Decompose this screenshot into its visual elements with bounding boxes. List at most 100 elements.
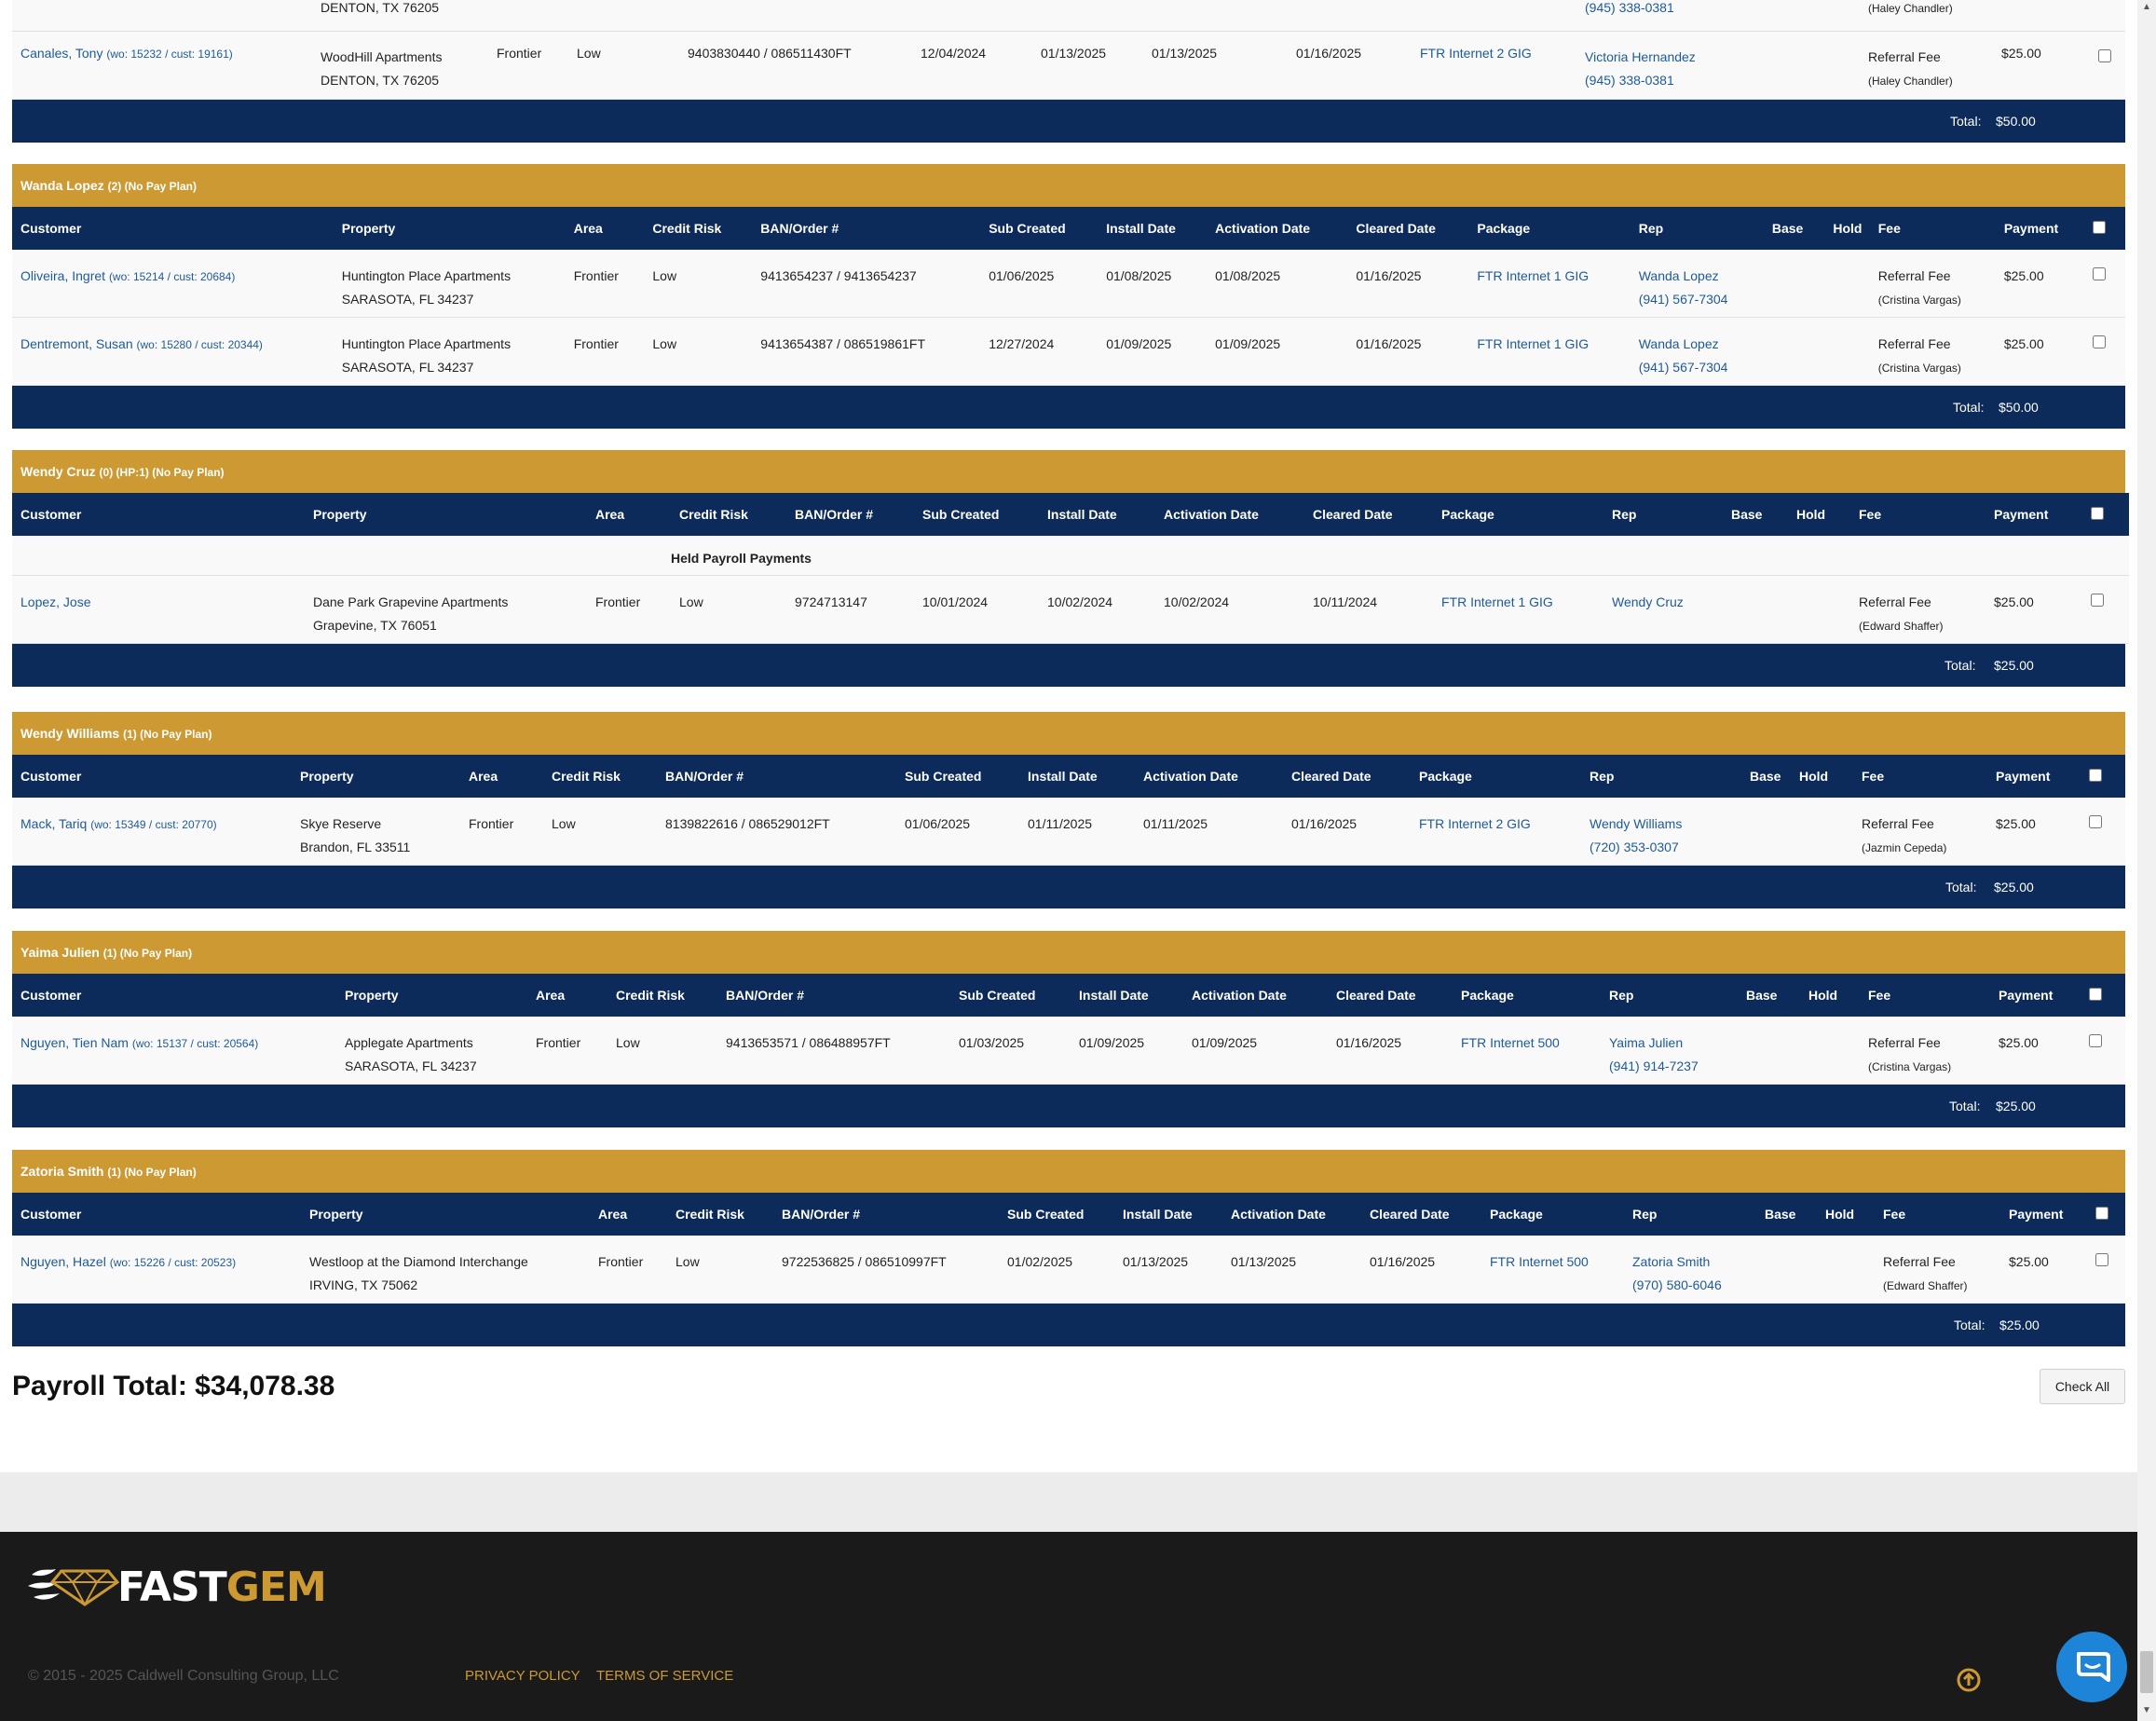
col-sub-created[interactable]: Sub Created [914, 493, 1039, 536]
privacy-policy-link[interactable]: PRIVACY POLICY [465, 1668, 580, 1684]
col-activation-date[interactable]: Activation Date [1155, 493, 1304, 536]
col-payment[interactable]: Payment [1987, 755, 2081, 798]
col-select-all[interactable] [2081, 974, 2125, 1017]
col-hold[interactable]: Hold [1791, 755, 1853, 798]
customer-link[interactable]: Oliveira, Ingret [20, 268, 105, 283]
scroll-up-arrow-icon[interactable]: ▲ [2142, 2, 2151, 12]
col-sub-created[interactable]: Sub Created [896, 755, 1019, 798]
col-rep[interactable]: Rep [1581, 755, 1741, 798]
package-link[interactable]: FTR Internet 2 GIG [1420, 46, 1532, 61]
select-all-checkbox[interactable] [2089, 768, 2102, 782]
col-area[interactable]: Area [587, 493, 671, 536]
col-hold[interactable]: Hold [1788, 493, 1850, 536]
rep-link[interactable]: Wanda Lopez [1639, 268, 1719, 283]
col-activation-date[interactable]: Activation Date [1183, 974, 1328, 1017]
col-hold[interactable]: Hold [1800, 974, 1860, 1017]
rep-phone[interactable]: (970) 580-6046 [1632, 1277, 1722, 1292]
scrollbar-thumb[interactable] [2140, 1651, 2153, 1693]
col-customer[interactable]: Customer [12, 207, 334, 250]
col-ban[interactable]: BAN/Order # [786, 493, 914, 536]
col-rep[interactable]: Rep [1624, 1193, 1756, 1236]
row-checkbox[interactable] [2089, 1034, 2102, 1047]
package-link[interactable]: FTR Internet 2 GIG [1419, 816, 1531, 831]
col-select-all[interactable] [2087, 1193, 2125, 1236]
col-package[interactable]: Package [1453, 974, 1601, 1017]
col-customer[interactable]: Customer [12, 974, 336, 1017]
rep-link[interactable]: Yaima Julien [1609, 1035, 1683, 1050]
package-link[interactable]: FTR Internet 1 GIG [1441, 594, 1553, 609]
rep-phone[interactable]: (941) 567-7304 [1639, 292, 1728, 307]
col-rep[interactable]: Rep [1630, 207, 1764, 250]
col-fee[interactable]: Fee [1860, 974, 1990, 1017]
col-fee[interactable]: Fee [1869, 207, 1996, 250]
scroll-down-arrow-icon[interactable]: ▼ [2142, 1705, 2151, 1715]
row-checkbox[interactable] [2091, 594, 2104, 607]
col-ban[interactable]: BAN/Order # [717, 974, 950, 1017]
col-payment[interactable]: Payment [1990, 974, 2081, 1017]
rep-phone[interactable]: (720) 353-0307 [1590, 840, 1679, 854]
col-hold[interactable]: Hold [1817, 1193, 1875, 1236]
col-install-date[interactable]: Install Date [1039, 493, 1155, 536]
select-all-checkbox[interactable] [2095, 1206, 2108, 1220]
col-base[interactable]: Base [1756, 1193, 1817, 1236]
col-area[interactable]: Area [590, 1193, 667, 1236]
col-cleared-date[interactable]: Cleared Date [1347, 207, 1469, 250]
row-checkbox[interactable] [2098, 49, 2111, 62]
scrollbar[interactable] [2137, 0, 2156, 1721]
col-fee[interactable]: Fee [1875, 1193, 2000, 1236]
col-select-all[interactable] [2081, 755, 2125, 798]
row-checkbox[interactable] [2095, 1253, 2108, 1266]
rep-link[interactable]: Zatoria Smith [1632, 1254, 1710, 1269]
col-cleared-date[interactable]: Cleared Date [1283, 755, 1411, 798]
package-link[interactable]: FTR Internet 500 [1490, 1254, 1589, 1269]
select-all-checkbox[interactable] [2091, 506, 2104, 520]
col-sub-created[interactable]: Sub Created [999, 1193, 1114, 1236]
col-property[interactable]: Property [333, 207, 566, 250]
package-link[interactable]: FTR Internet 500 [1461, 1035, 1560, 1050]
rep-phone[interactable]: (945) 338-0381 [1585, 0, 1674, 15]
col-base[interactable]: Base [1738, 974, 1800, 1017]
rep-link[interactable]: Wendy Cruz [1612, 594, 1684, 609]
col-package[interactable]: Package [1481, 1193, 1624, 1236]
col-install-date[interactable]: Install Date [1019, 755, 1135, 798]
col-customer[interactable]: Customer [12, 1193, 301, 1236]
rep-link[interactable]: Wanda Lopez [1639, 336, 1719, 351]
col-base[interactable]: Base [1723, 493, 1788, 536]
col-cleared-date[interactable]: Cleared Date [1328, 974, 1453, 1017]
col-sub-created[interactable]: Sub Created [950, 974, 1071, 1017]
col-base[interactable]: Base [1741, 755, 1791, 798]
col-ban[interactable]: BAN/Order # [752, 207, 981, 250]
col-credit-risk[interactable]: Credit Risk [667, 1193, 773, 1236]
col-package[interactable]: Package [1468, 207, 1631, 250]
customer-link[interactable]: Mack, Tariq [20, 816, 87, 831]
col-area[interactable]: Area [565, 207, 645, 250]
col-activation-date[interactable]: Activation Date [1207, 207, 1348, 250]
chat-button[interactable] [2056, 1632, 2127, 1702]
customer-link[interactable]: Dentremont, Susan [20, 336, 133, 351]
customer-link[interactable]: Nguyen, Hazel [20, 1254, 106, 1269]
col-package[interactable]: Package [1433, 493, 1603, 536]
col-rep[interactable]: Rep [1601, 974, 1738, 1017]
select-all-checkbox[interactable] [2089, 987, 2102, 1001]
rep-phone[interactable]: (941) 567-7304 [1639, 360, 1728, 375]
col-payment[interactable]: Payment [1985, 493, 2082, 536]
row-checkbox[interactable] [2092, 267, 2106, 280]
col-select-all[interactable] [2083, 207, 2125, 250]
col-sub-created[interactable]: Sub Created [980, 207, 1098, 250]
col-customer[interactable]: Customer [12, 493, 305, 536]
col-credit-risk[interactable]: Credit Risk [644, 207, 753, 250]
col-payment[interactable]: Payment [2000, 1193, 2087, 1236]
col-hold[interactable]: Hold [1824, 207, 1870, 250]
row-checkbox[interactable] [2089, 815, 2102, 828]
col-customer[interactable]: Customer [12, 755, 292, 798]
col-cleared-date[interactable]: Cleared Date [1361, 1193, 1481, 1236]
col-area[interactable]: Area [460, 755, 543, 798]
col-rep[interactable]: Rep [1603, 493, 1723, 536]
col-install-date[interactable]: Install Date [1071, 974, 1183, 1017]
rep-phone[interactable]: (945) 338-0381 [1585, 73, 1674, 88]
col-activation-date[interactable]: Activation Date [1135, 755, 1283, 798]
customer-link[interactable]: Nguyen, Tien Nam [20, 1035, 129, 1050]
rep-link[interactable]: Victoria Hernandez [1585, 49, 1696, 64]
fastgem-logo[interactable]: FASTGEM [28, 1560, 345, 1613]
col-install-date[interactable]: Install Date [1114, 1193, 1222, 1236]
